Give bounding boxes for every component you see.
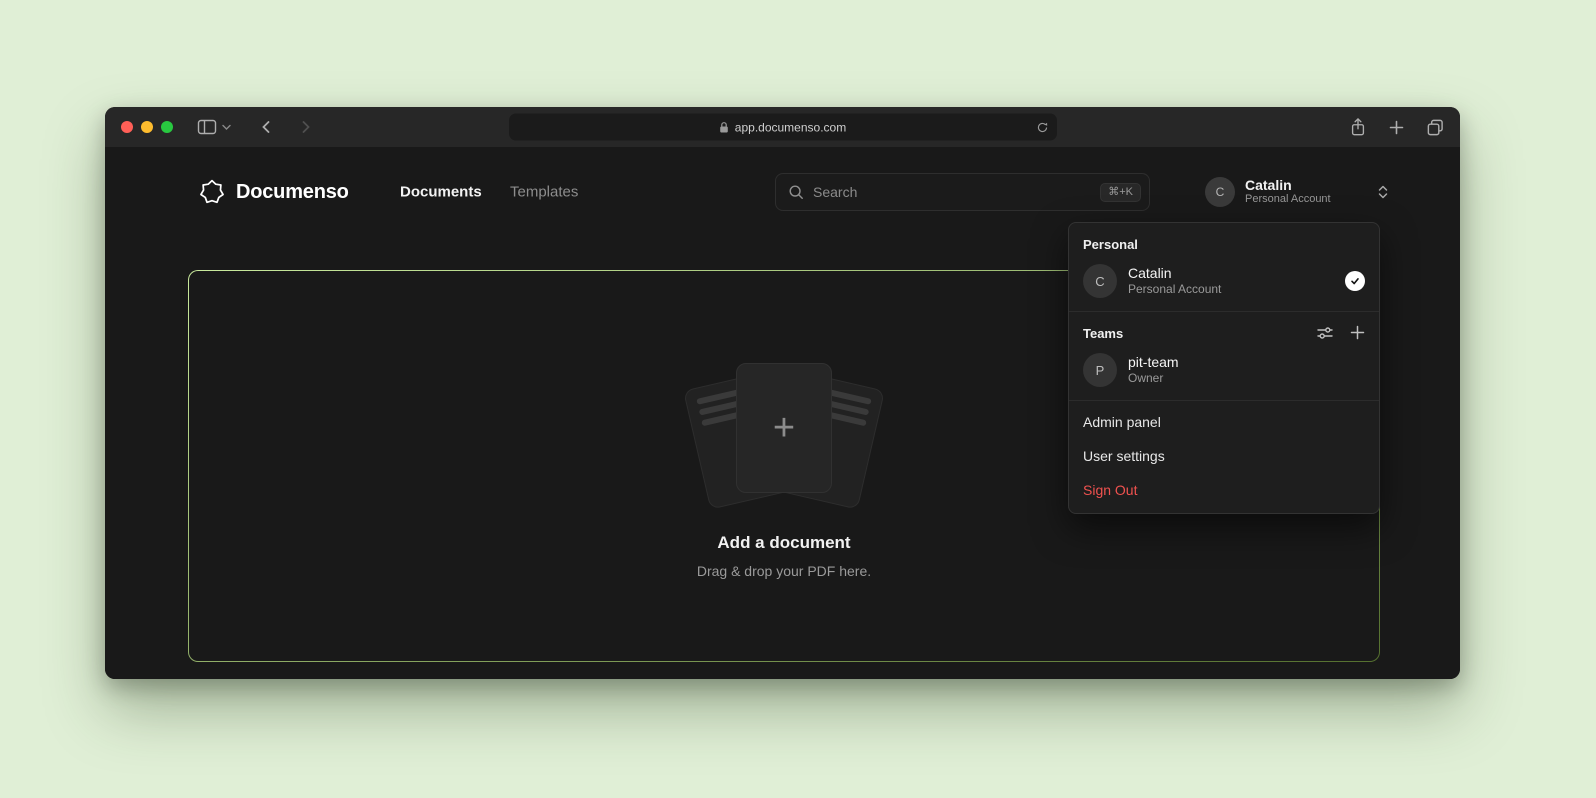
brand-logo-link[interactable]: Documenso <box>199 179 349 205</box>
account-type: Personal Account <box>1245 193 1331 206</box>
search-box: ⌘+K <box>775 173 1150 211</box>
personal-section-label: Personal <box>1069 227 1379 259</box>
dropzone-subtitle: Drag & drop your PDF here. <box>697 563 871 579</box>
sidebar-toggle-button[interactable] <box>197 118 231 136</box>
documenso-logo-icon <box>199 179 225 205</box>
team-role: Owner <box>1128 371 1179 387</box>
zoom-button[interactable] <box>161 121 173 133</box>
history-navigation <box>259 119 313 135</box>
menu-item-sign-out[interactable]: Sign Out <box>1069 473 1379 507</box>
refresh-icon[interactable] <box>1036 121 1049 134</box>
plus-icon <box>1389 120 1404 135</box>
app-header: Documenso Documents Templates ⌘+K C Cata… <box>105 173 1460 211</box>
plus-icon <box>1350 325 1365 340</box>
search-input[interactable] <box>813 184 1091 200</box>
avatar: C <box>1205 177 1235 207</box>
menu-item-admin-panel[interactable]: Admin panel <box>1069 405 1379 439</box>
team-name: pit-team <box>1128 354 1179 371</box>
teams-section-header: Teams <box>1069 316 1379 348</box>
documents-illustration: + <box>674 353 894 503</box>
menu-item-user-settings[interactable]: User settings <box>1069 439 1379 473</box>
minimize-button[interactable] <box>141 121 153 133</box>
personal-account-name: Catalin <box>1128 265 1221 282</box>
share-icon <box>1349 117 1367 137</box>
menu-divider <box>1069 311 1379 312</box>
chevron-down-icon <box>222 123 231 131</box>
lock-icon <box>719 121 729 133</box>
address-bar[interactable]: app.documenso.com <box>509 114 1057 141</box>
url-text: app.documenso.com <box>735 120 846 134</box>
menu-divider <box>1069 400 1379 401</box>
search-icon <box>788 184 804 200</box>
sidebar-icon <box>197 118 217 136</box>
back-arrow-icon <box>259 119 273 135</box>
window-controls <box>121 121 173 133</box>
search-shortcut-badge: ⌘+K <box>1100 183 1141 202</box>
back-button[interactable] <box>259 119 273 135</box>
chevron-up-down-icon <box>1377 184 1389 200</box>
tab-overview-button[interactable] <box>1426 118 1444 137</box>
add-document-card: + <box>736 363 832 493</box>
personal-account-type: Personal Account <box>1128 282 1221 298</box>
account-menu-button[interactable]: C Catalin Personal Account <box>1205 173 1389 211</box>
titlebar-right-actions <box>1349 117 1444 137</box>
dropzone-title: Add a document <box>717 533 850 553</box>
browser-titlebar: app.documenso.com <box>105 107 1460 147</box>
browser-window: app.documenso.com <box>105 107 1460 679</box>
avatar: P <box>1083 353 1117 387</box>
new-tab-button[interactable] <box>1389 120 1404 135</box>
close-button[interactable] <box>121 121 133 133</box>
plus-icon: + <box>773 409 795 447</box>
forward-arrow-icon <box>299 119 313 135</box>
personal-account-item[interactable]: C Catalin Personal Account <box>1069 259 1379 309</box>
account-dropdown-menu: Personal C Catalin Personal Account Team… <box>1068 222 1380 514</box>
selected-check-icon <box>1345 271 1365 291</box>
share-button[interactable] <box>1349 117 1367 137</box>
sliders-icon <box>1317 325 1333 341</box>
nav-templates[interactable]: Templates <box>510 184 578 201</box>
app-page: Documenso Documents Templates ⌘+K C Cata… <box>105 147 1460 679</box>
nav-documents[interactable]: Documents <box>400 184 482 201</box>
forward-button[interactable] <box>299 119 313 135</box>
account-name: Catalin <box>1245 177 1331 193</box>
avatar: C <box>1083 264 1117 298</box>
team-item[interactable]: P pit-team Owner <box>1069 348 1379 398</box>
manage-teams-button[interactable] <box>1317 325 1333 341</box>
brand-name: Documenso <box>236 181 349 204</box>
teams-section-label: Teams <box>1083 326 1123 341</box>
tabs-icon <box>1426 118 1444 137</box>
create-team-button[interactable] <box>1350 325 1365 341</box>
